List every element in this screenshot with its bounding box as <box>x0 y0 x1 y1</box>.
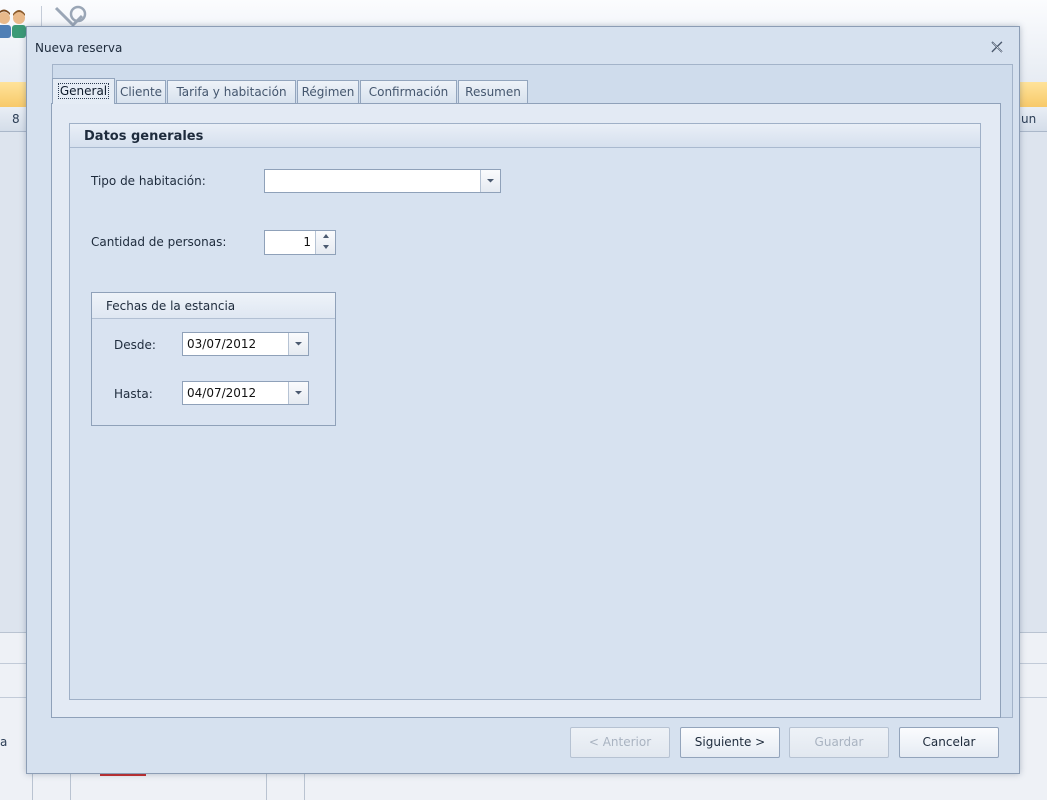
chevron-down-icon <box>295 342 302 346</box>
stepper-down-button[interactable] <box>316 242 335 253</box>
group-header: Datos generales <box>70 124 980 148</box>
tipo-habitacion-combo[interactable] <box>264 169 501 193</box>
tab-confirmacion[interactable]: Confirmación <box>360 80 457 103</box>
cantidad-personas-value: 1 <box>303 235 311 249</box>
stepper-up-button[interactable] <box>316 231 335 242</box>
fechas-estancia-title: Fechas de la estancia <box>106 299 236 313</box>
siguiente-button[interactable]: Siguiente > <box>680 727 780 758</box>
dialog-title: Nueva reserva <box>35 41 123 55</box>
arrow-up-icon <box>323 234 329 238</box>
tab-regimen[interactable]: Régimen <box>297 80 359 103</box>
calendar-day-label: un <box>1021 112 1037 126</box>
tab-tarifa-habitacion[interactable]: Tarifa y habitación <box>167 80 296 103</box>
tipo-habitacion-label: Tipo de habitación: <box>91 174 206 188</box>
tab-cliente[interactable]: Cliente <box>116 80 166 103</box>
cantidad-personas-stepper[interactable]: 1 <box>264 230 336 255</box>
desde-dropdown-button[interactable] <box>288 333 308 355</box>
cantidad-personas-label: Cantidad de personas: <box>91 235 227 249</box>
group-title: Datos generales <box>84 129 204 144</box>
tipo-habitacion-dropdown-button[interactable] <box>480 170 500 192</box>
calendar-day-label: 8 <box>12 112 20 126</box>
guardar-button[interactable]: Guardar <box>789 727 889 758</box>
arrow-down-icon <box>323 245 329 249</box>
hasta-dropdown-button[interactable] <box>288 382 308 404</box>
fechas-estancia-group: Fechas de la estancia <box>91 292 336 426</box>
lower-label: a <box>0 735 8 749</box>
tab-general[interactable]: General <box>52 78 115 104</box>
anterior-button[interactable]: < Anterior <box>570 727 670 758</box>
chevron-down-icon <box>295 391 302 395</box>
desde-label: Desde: <box>114 338 156 352</box>
close-icon[interactable] <box>989 39 1005 55</box>
cancelar-button[interactable]: Cancelar <box>899 727 999 758</box>
desde-date-picker[interactable]: 03/07/2012 <box>182 332 309 356</box>
chevron-down-icon <box>487 179 494 183</box>
hasta-date-picker[interactable]: 04/07/2012 <box>182 381 309 405</box>
hasta-label: Hasta: <box>114 387 153 401</box>
tab-resumen[interactable]: Resumen <box>458 80 528 103</box>
desde-value: 03/07/2012 <box>187 337 257 351</box>
hasta-value: 04/07/2012 <box>187 386 257 400</box>
